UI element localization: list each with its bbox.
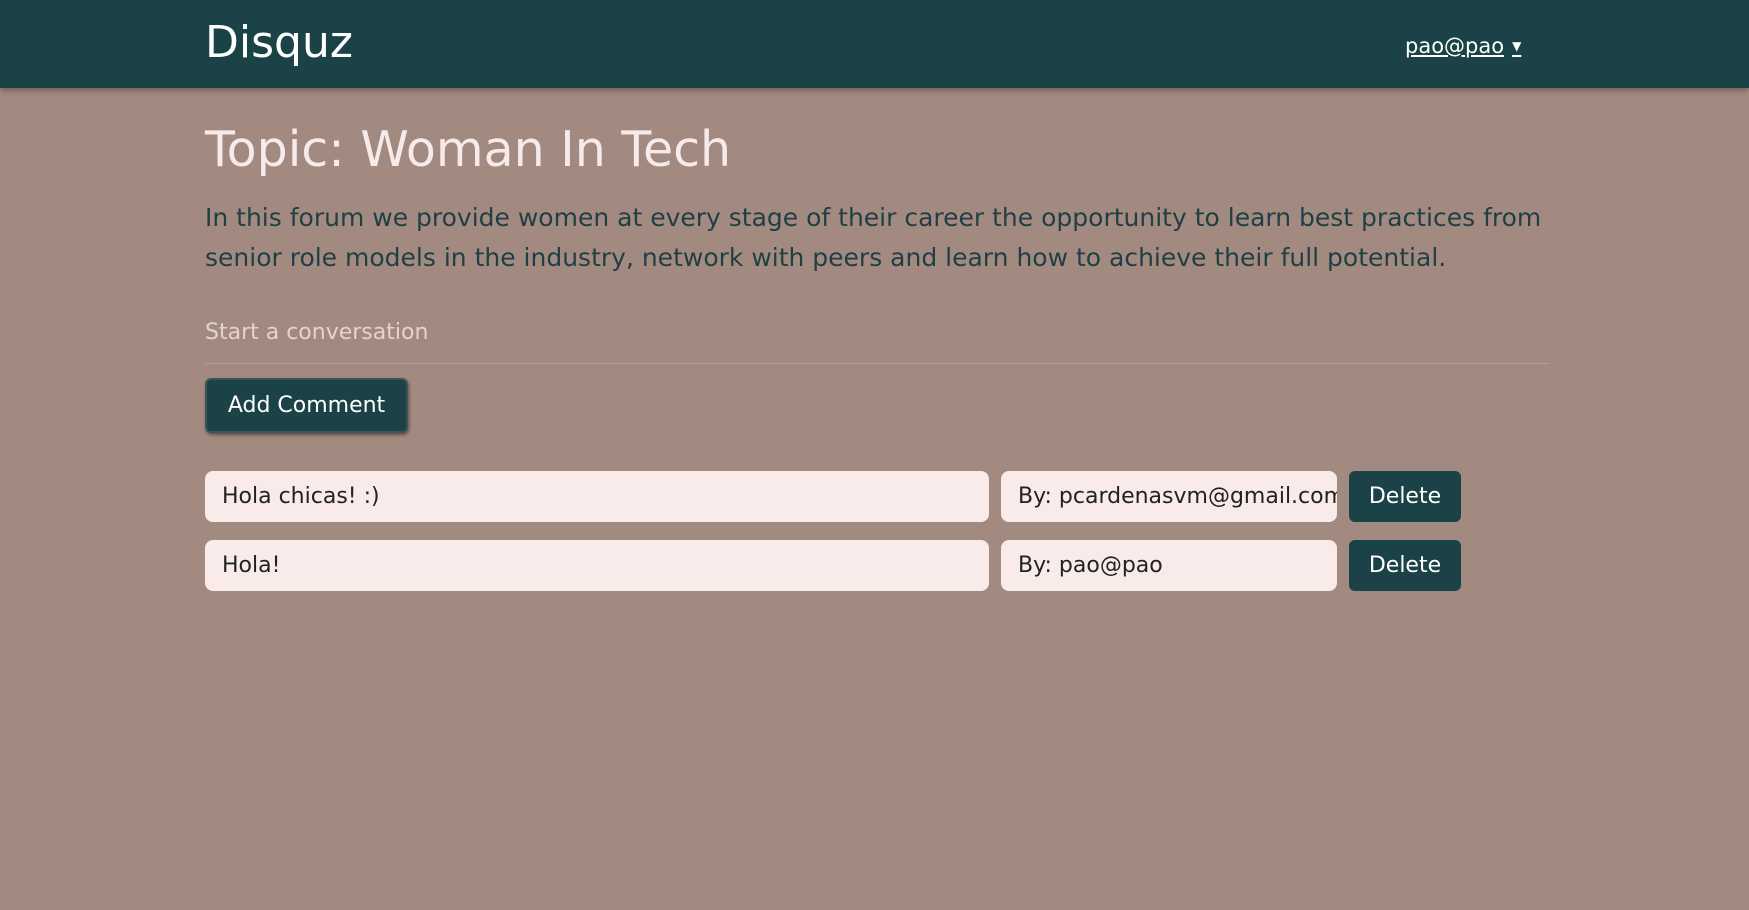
caret-down-icon: ▼ (1512, 39, 1522, 53)
comment-author: By: pao@pao (1001, 539, 1337, 591)
brand-logo[interactable]: Disquz (205, 17, 353, 70)
navbar: Disquz pao@pao ▼ (0, 0, 1749, 88)
delete-button[interactable]: Delete (1349, 470, 1461, 522)
comment-text: Hola! (205, 539, 989, 591)
comment-list: Hola chicas! :) By: pcardenasvm@gmail.co… (205, 470, 1548, 591)
add-comment-button[interactable]: Add Comment (205, 377, 408, 433)
topic-description: In this forum we provide women at every … (205, 202, 1542, 272)
page-title: Topic: Woman In Tech (205, 121, 732, 178)
comment-row: Hola! By: pao@pao Delete (205, 539, 1548, 591)
user-menu-dropdown[interactable]: pao@pao ▼ (1405, 34, 1521, 59)
comment-author: By: pcardenasvm@gmail.com (1001, 470, 1337, 522)
delete-button[interactable]: Delete (1349, 539, 1461, 591)
comment-input[interactable] (205, 319, 1548, 364)
comment-row: Hola chicas! :) By: pcardenasvm@gmail.co… (205, 470, 1548, 522)
comment-text: Hola chicas! :) (205, 470, 989, 522)
user-menu-label: pao@pao (1405, 34, 1505, 58)
main-content: Topic: Woman In Tech In this forum we pr… (205, 88, 1548, 609)
